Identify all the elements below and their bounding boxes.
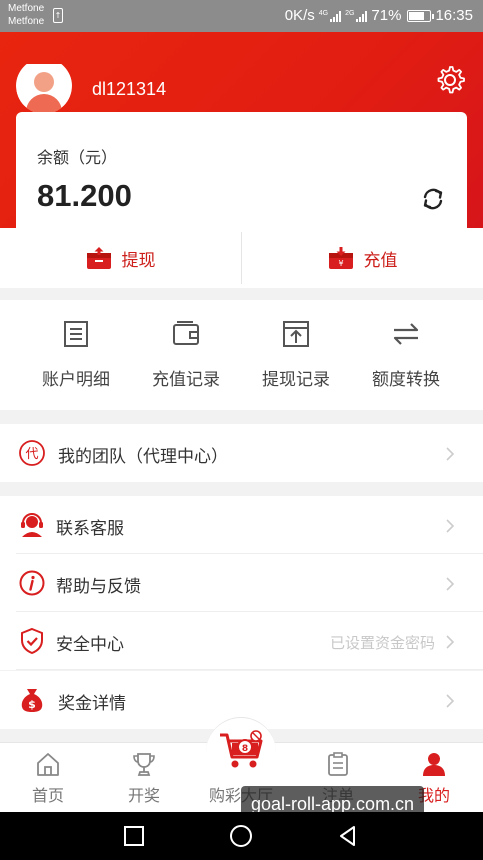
home-icon bbox=[37, 753, 59, 776]
svg-text:$: $ bbox=[28, 698, 36, 711]
recharge-icon: ¥ bbox=[328, 247, 353, 269]
balance-value: 81.200 bbox=[37, 178, 132, 213]
menu-item-team[interactable]: 代 我的团队（代理中心） bbox=[0, 424, 483, 482]
transfer-icon bbox=[393, 323, 419, 345]
gear-icon[interactable] bbox=[434, 64, 466, 96]
signal-2g-icon: 2G bbox=[345, 10, 368, 22]
wallet-icon bbox=[173, 321, 199, 345]
info-icon bbox=[19, 570, 45, 596]
status-right: 0K/s 4G 2G 71% 16:35 bbox=[285, 7, 473, 24]
svg-text:8: 8 bbox=[242, 744, 248, 754]
recharge-record-label: 充值记录 bbox=[152, 370, 220, 390]
battery-percent: 71% bbox=[371, 7, 402, 24]
quota-transfer-button[interactable]: 额度转换 bbox=[351, 300, 461, 410]
menu-item-security[interactable]: 安全中心 已设置资金密码 bbox=[0, 612, 483, 670]
carrier-1: Metfone bbox=[8, 3, 45, 14]
system-nav-bar bbox=[0, 812, 483, 860]
withdraw-record-button[interactable]: 提现记录 bbox=[241, 300, 351, 410]
refresh-icon[interactable] bbox=[419, 185, 447, 213]
money-bag-icon: $ bbox=[21, 689, 43, 712]
tab-label: 首页 bbox=[31, 786, 64, 805]
avatar[interactable] bbox=[16, 64, 72, 114]
menu-item-help[interactable]: 帮助与反馈 bbox=[0, 554, 483, 612]
quota-transfer-label: 额度转换 bbox=[372, 370, 440, 390]
chevron-right-icon bbox=[446, 577, 455, 591]
withdraw-icon bbox=[86, 247, 111, 269]
chevron-right-icon bbox=[446, 635, 455, 649]
home-nav-icon[interactable] bbox=[229, 824, 253, 848]
sim-icon: ↑ bbox=[53, 8, 63, 23]
shield-icon bbox=[21, 627, 43, 655]
menu-label-security: 安全中心 bbox=[56, 635, 124, 655]
recharge-record-button[interactable]: 充值记录 bbox=[131, 300, 241, 410]
username: dl121314 bbox=[92, 79, 167, 99]
menu-label-team: 我的团队（代理中心） bbox=[58, 447, 228, 467]
trophy-icon bbox=[133, 753, 155, 776]
account-detail-icon bbox=[64, 321, 88, 347]
clipboard-icon bbox=[328, 752, 348, 776]
recent-apps-icon[interactable] bbox=[122, 824, 146, 848]
customer-service-icon bbox=[21, 513, 43, 537]
chevron-right-icon bbox=[446, 694, 455, 708]
menu-label-help: 帮助与反馈 bbox=[56, 577, 141, 597]
user-icon bbox=[423, 753, 445, 776]
recharge-button[interactable]: ¥ 充值 bbox=[242, 228, 483, 288]
action-row: 提现 ¥ 充值 bbox=[0, 228, 483, 288]
carrier-names: Metfone Metfone bbox=[8, 2, 44, 28]
withdraw-label: 提现 bbox=[121, 250, 156, 271]
back-icon[interactable] bbox=[336, 824, 360, 848]
tab-home[interactable]: 首页 bbox=[0, 743, 96, 813]
security-status: 已设置资金密码 bbox=[329, 634, 435, 652]
account-detail-label: 账户明细 bbox=[42, 370, 110, 390]
cart-icon: 8 bbox=[220, 730, 263, 768]
balance-label: 余额（元） bbox=[37, 148, 118, 167]
net-speed: 0K/s bbox=[284, 7, 315, 24]
tab-draw-results[interactable]: 开奖 bbox=[96, 743, 192, 813]
divider bbox=[16, 669, 483, 670]
withdraw-record-icon bbox=[283, 321, 309, 347]
svg-text:代: 代 bbox=[25, 447, 38, 462]
account-detail-button[interactable]: 账户明细 bbox=[21, 300, 131, 410]
status-bar: Metfone Metfone ↑ 0K/s 4G 2G 71% 16:35 bbox=[0, 0, 483, 32]
menu-label-service: 联系客服 bbox=[56, 519, 124, 539]
battery-icon bbox=[407, 9, 435, 22]
agent-icon: 代 bbox=[19, 440, 45, 466]
menu-label-bonus: 奖金详情 bbox=[58, 694, 126, 714]
chevron-right-icon bbox=[446, 519, 455, 533]
svg-text:¥: ¥ bbox=[338, 259, 343, 268]
signal-4g-icon: 4G bbox=[319, 10, 342, 22]
withdraw-record-label: 提现记录 bbox=[262, 370, 330, 390]
records-grid: 账户明细 充值记录 提现记录 额度转换 bbox=[0, 300, 483, 410]
tab-label: 开奖 bbox=[127, 786, 160, 805]
chevron-right-icon bbox=[446, 447, 455, 461]
withdraw-button[interactable]: 提现 bbox=[0, 228, 241, 288]
carrier-2: Metfone bbox=[8, 16, 45, 27]
menu-item-customer-service[interactable]: 联系客服 bbox=[0, 496, 483, 554]
clock: 16:35 bbox=[435, 7, 473, 24]
recharge-label: 充值 bbox=[363, 250, 398, 271]
